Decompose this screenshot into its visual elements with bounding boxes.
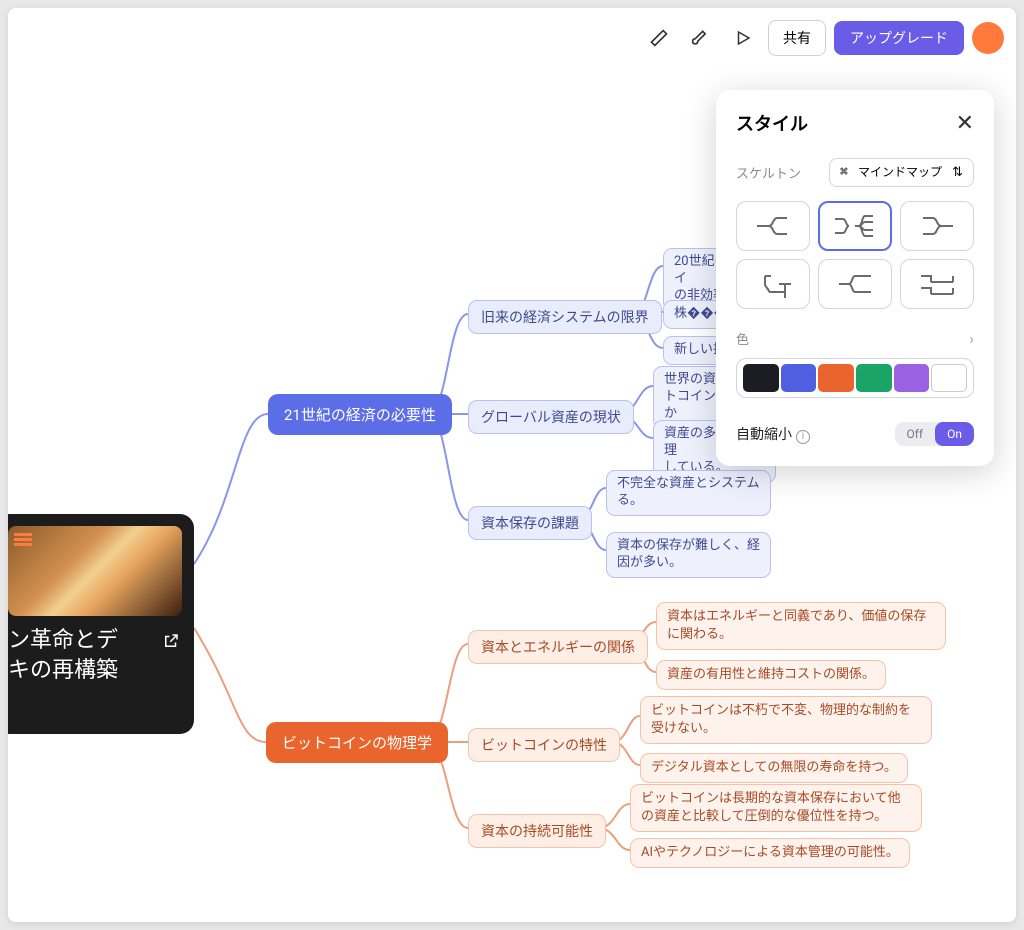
skeleton-opt-2[interactable] <box>818 201 892 251</box>
leaf-ai-management[interactable]: AIやテクノロジーによる資本管理の可能性。 <box>630 838 910 868</box>
info-icon[interactable]: i <box>796 430 810 444</box>
sub-capital-energy[interactable]: 資本とエネルギーの関係 <box>468 630 648 664</box>
toggle-off[interactable]: Off <box>895 422 936 446</box>
swatch-black[interactable] <box>743 364 779 392</box>
swatch-green[interactable] <box>856 364 892 392</box>
sub-capital-preserve[interactable]: 資本保存の課題 <box>468 506 592 540</box>
swatch-blue[interactable] <box>781 364 817 392</box>
leaf-immutable[interactable]: ビットコインは不朽で不変、物理的な制約を受けない。 <box>640 696 932 744</box>
root-thumbnail <box>8 526 182 616</box>
skeleton-grid <box>736 201 974 309</box>
avatar[interactable] <box>972 22 1004 54</box>
root-node[interactable]: ン革命とデ キの再構築 <box>8 514 194 734</box>
sub-old-economy[interactable]: 旧来の経済システムの限界 <box>468 300 662 334</box>
color-label: 色 <box>736 329 749 348</box>
skeleton-label: スケルトン <box>736 163 801 182</box>
leaf-infinite-life[interactable]: デジタル資本としての無限の寿命を持つ。 <box>640 753 908 783</box>
branch-economy[interactable]: 21世紀の経済の必要性 <box>268 394 452 435</box>
auto-shrink-toggle[interactable]: Off On <box>895 422 975 446</box>
share-button[interactable]: 共有 <box>768 20 826 56</box>
leaf-incomplete-assets[interactable]: 不完全な資産とシステム る。 <box>606 470 771 516</box>
skeleton-opt-5[interactable] <box>818 259 892 309</box>
sub-bitcoin-nature[interactable]: ビットコインの特性 <box>468 728 620 762</box>
sub-global-assets[interactable]: グローバル資産の現状 <box>468 400 634 434</box>
close-icon[interactable]: ✕ <box>956 111 974 136</box>
play-icon[interactable] <box>726 21 760 55</box>
branch-bitcoin-physics[interactable]: ビットコインの物理学 <box>266 722 448 763</box>
external-link-icon[interactable] <box>162 632 180 654</box>
skeleton-dropdown[interactable]: ⌘ マインドマップ ⇅ <box>829 158 974 187</box>
panel-title: スタイル <box>736 110 808 136</box>
upgrade-button[interactable]: アップグレード <box>834 21 964 55</box>
swatch-white[interactable] <box>931 364 967 392</box>
auto-shrink-label: 自動縮小i <box>736 424 810 444</box>
toggle-on[interactable]: On <box>935 422 974 446</box>
leaf-energy-synonym[interactable]: 資本はエネルギーと同義であり、価値の保存に関わる。 <box>656 602 946 650</box>
swatch-orange[interactable] <box>818 364 854 392</box>
app-frame: 共有 アップグレード <box>8 8 1016 922</box>
chevron-right-icon[interactable]: › <box>969 329 974 348</box>
leaf-capital-difficult[interactable]: 資本の保存が難しく、経 因が多い。 <box>606 532 771 578</box>
skeleton-opt-1[interactable] <box>736 201 810 251</box>
leaf-usefulness-cost[interactable]: 資産の有用性と維持コストの関係。 <box>656 660 886 690</box>
brush-icon[interactable] <box>684 21 718 55</box>
pencil-icon[interactable] <box>642 21 676 55</box>
swatch-purple[interactable] <box>894 364 930 392</box>
sub-sustainability[interactable]: 資本の持続可能性 <box>468 814 606 848</box>
leaf-long-term-adv[interactable]: ビットコインは長期的な資本保存において他の資産と比較して圧倒的な優位性を持つ。 <box>630 784 922 832</box>
root-title: ン革命とデ キの再構築 <box>8 626 182 685</box>
style-panel: スタイル ✕ スケルトン ⌘ マインドマップ ⇅ 色 › <box>716 90 994 466</box>
skeleton-opt-6[interactable] <box>900 259 974 309</box>
color-swatches <box>736 358 974 398</box>
skeleton-opt-4[interactable] <box>736 259 810 309</box>
chevron-updown-icon: ⇅ <box>952 165 963 180</box>
skeleton-opt-3[interactable] <box>900 201 974 251</box>
toolbar: 共有 アップグレード <box>642 20 1004 56</box>
